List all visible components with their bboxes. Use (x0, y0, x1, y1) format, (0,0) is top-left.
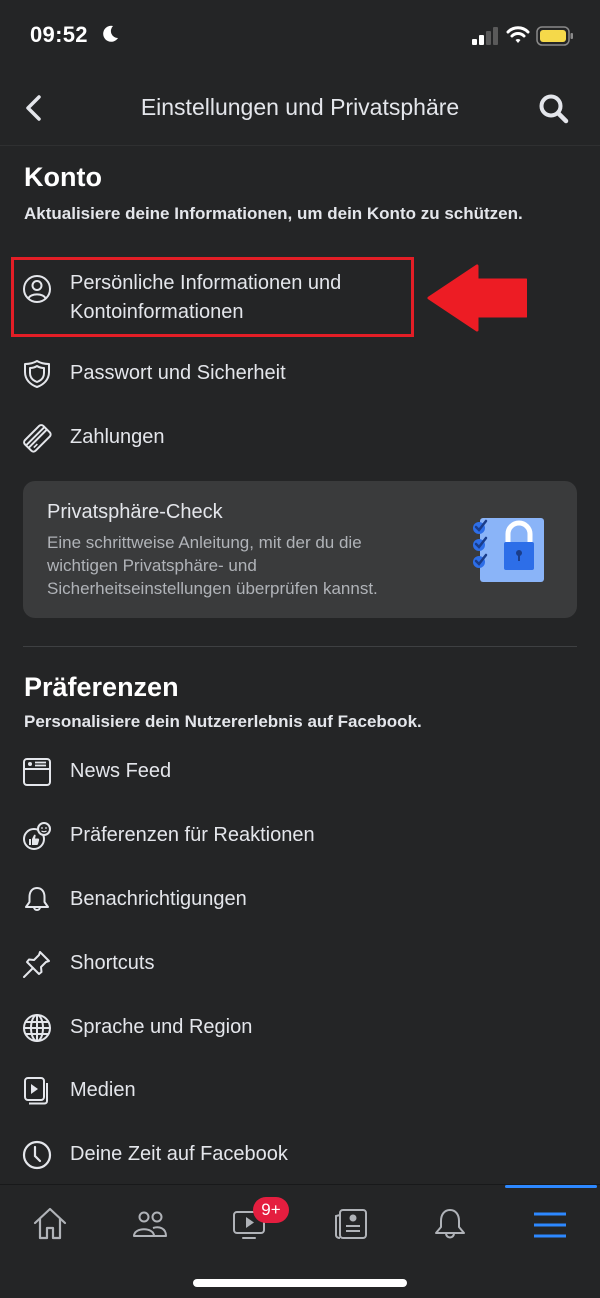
home-icon (33, 1207, 67, 1240)
tab-home[interactable] (20, 1199, 80, 1249)
annotation-highlight-box (11, 257, 414, 337)
menu-item-language-region[interactable]: Sprache und Region (0, 1000, 600, 1056)
news-icon (335, 1209, 367, 1239)
battery-icon (536, 26, 573, 46)
bell-icon (25, 887, 49, 911)
wifi-icon (506, 26, 530, 43)
menu-item-label: Deine Zeit auf Facebook (70, 1143, 288, 1165)
tab-menu[interactable] (520, 1199, 580, 1249)
privacy-check-card[interactable]: Privatsphäre-Check Eine schrittweise Anl… (23, 481, 577, 618)
menu-item-label: News Feed (70, 760, 172, 782)
menu-item-reaction-preferences[interactable]: Präferenzen für Reaktionen (0, 808, 600, 864)
menu-item-label: Medien (70, 1079, 136, 1101)
watch-notification-badge: 9+ (253, 1197, 289, 1223)
section-subtitle-konto: Aktualisiere deine Informationen, um dei… (24, 204, 523, 223)
reactions-icon (23, 822, 51, 850)
menu-item-media[interactable]: Medien (0, 1063, 600, 1119)
menu-item-shortcuts[interactable]: Shortcuts (0, 936, 600, 992)
signal-icon (472, 27, 498, 45)
pin-icon (23, 951, 50, 978)
bell-icon (435, 1209, 465, 1239)
menu-item-label: Benachrichtigungen (70, 888, 247, 910)
tab-notifications[interactable] (420, 1199, 480, 1249)
menu-item-label: Präferenzen für Reaktionen (70, 824, 315, 846)
globe-icon (23, 1014, 51, 1042)
home-indicator[interactable] (193, 1279, 407, 1287)
clock-icon (22, 1140, 52, 1170)
section-title-konto: Konto (24, 162, 102, 192)
status-time: 09:52 (30, 22, 88, 47)
menu-item-label: Zahlungen (70, 426, 165, 448)
menu-item-notifications[interactable]: Benachrichtigungen (0, 872, 600, 928)
checklist-lock-icon (473, 518, 544, 582)
menu-item-label: Shortcuts (70, 952, 155, 974)
tab-news[interactable] (320, 1199, 380, 1249)
media-icon (24, 1077, 48, 1105)
annotation-arrow-left-icon (427, 264, 527, 332)
moon-icon (103, 25, 118, 42)
news-feed-icon (23, 758, 51, 786)
page-title: Einstellungen und Privatsphäre (140, 94, 460, 120)
search-icon[interactable] (538, 93, 570, 125)
menu-item-label: Sprache und Region (70, 1016, 253, 1038)
section-title-praeferenzen: Präferenzen (24, 672, 179, 702)
privacy-check-description: Eine schrittweise Anleitung, mit der du … (47, 533, 378, 598)
nav-bar: Einstellungen und Privatsphäre (0, 70, 600, 146)
menu-item-payments[interactable]: Zahlungen (0, 410, 600, 466)
menu-item-label: Passwort und Sicherheit (70, 362, 286, 384)
section-divider (23, 646, 577, 647)
menu-item-time-on-facebook[interactable]: Deine Zeit auf Facebook (0, 1127, 600, 1183)
status-bar: 09:52 (0, 0, 600, 70)
active-tab-indicator (505, 1185, 597, 1188)
credit-card-icon (23, 424, 52, 453)
tab-friends[interactable] (120, 1199, 180, 1249)
privacy-check-title: Privatsphäre-Check (47, 501, 223, 523)
section-subtitle-praeferenzen: Personalisiere dein Nutzererlebnis auf F… (24, 712, 422, 731)
hamburger-menu-icon (534, 1212, 566, 1238)
shield-icon (24, 360, 50, 388)
friends-icon (133, 1211, 167, 1237)
menu-item-news-feed[interactable]: News Feed (0, 744, 600, 800)
menu-item-password-security[interactable]: Passwort und Sicherheit (0, 346, 600, 402)
